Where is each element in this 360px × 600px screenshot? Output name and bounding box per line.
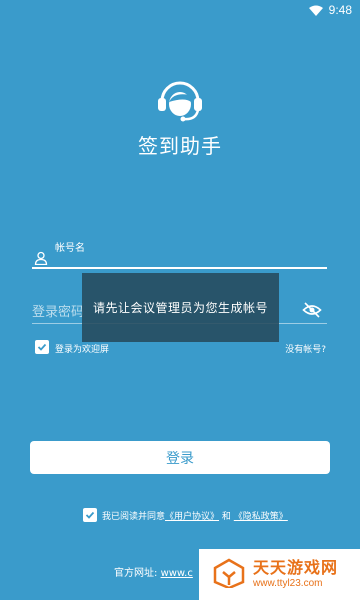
welcome-checkbox[interactable] bbox=[35, 340, 49, 354]
toast-message: 请先让会议管理员为您生成帐号 bbox=[82, 273, 279, 342]
app-title: 签到助手 bbox=[138, 134, 222, 158]
user-agreement-link[interactable]: 《用户协议》 bbox=[165, 512, 219, 522]
official-site-label: 官方网址: bbox=[114, 568, 158, 579]
account-underline bbox=[32, 267, 327, 269]
official-site-row: 官方网址: www.c bbox=[114, 564, 193, 579]
eye-hidden-icon[interactable] bbox=[302, 300, 322, 320]
wifi-icon bbox=[308, 5, 323, 16]
watermark: 天天游戏网 www.ttyl23.com bbox=[199, 549, 360, 600]
agreement-and: 和 bbox=[221, 512, 231, 522]
welcome-label: 登录为欢迎屏 bbox=[55, 345, 110, 355]
headset-logo-icon bbox=[155, 78, 205, 122]
agreement-row: 我已阅读并同意《用户协议》 和 《隐私政策》 bbox=[102, 509, 288, 522]
account-input[interactable] bbox=[52, 247, 322, 267]
user-icon bbox=[34, 250, 48, 266]
privacy-policy-link[interactable]: 《隐私政策》 bbox=[234, 512, 288, 522]
status-time: 9:48 bbox=[328, 3, 352, 17]
login-button[interactable]: 登录 bbox=[30, 441, 330, 474]
agreement-checkbox[interactable] bbox=[83, 508, 97, 522]
official-site-url[interactable]: www.c bbox=[161, 568, 193, 579]
agreement-prefix: 我已阅读并同意 bbox=[102, 512, 166, 522]
status-bar: 9:48 bbox=[0, 0, 360, 20]
no-account-link[interactable]: 没有帐号? bbox=[285, 342, 326, 355]
watermark-logo-icon bbox=[213, 558, 245, 592]
watermark-brand: 天天游戏网 bbox=[253, 558, 339, 577]
watermark-site: www.ttyl23.com bbox=[253, 578, 323, 589]
